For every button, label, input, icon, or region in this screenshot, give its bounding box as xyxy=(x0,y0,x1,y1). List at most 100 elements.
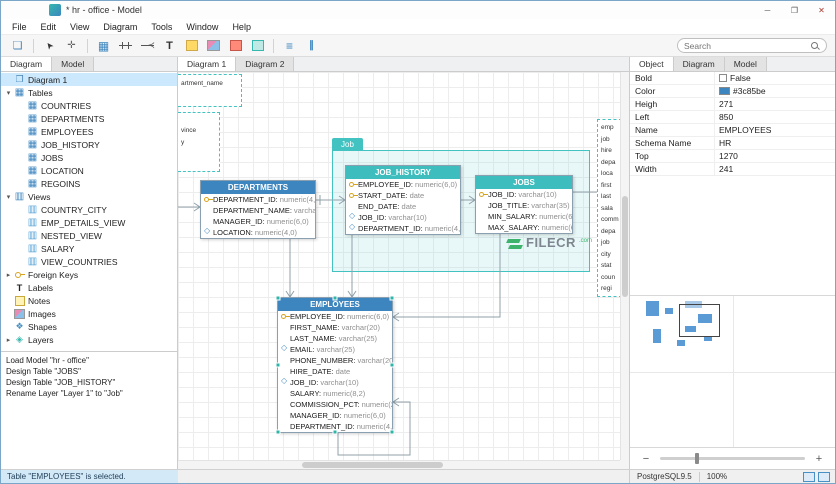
zoom-slider[interactable] xyxy=(660,453,805,464)
selection-handle[interactable] xyxy=(332,429,338,435)
align-objects-button[interactable] xyxy=(279,36,300,55)
new-table-button[interactable] xyxy=(93,36,114,55)
property-row-schema-name[interactable]: Schema Name HR xyxy=(630,137,835,150)
horizontal-scrollbar-thumb[interactable] xyxy=(301,462,444,468)
tree-item-images[interactable]: Images xyxy=(1,307,177,320)
search-box[interactable] xyxy=(677,38,827,53)
expand-arrow-icon[interactable]: ▸ xyxy=(4,271,13,279)
selection-handle[interactable] xyxy=(389,362,395,368)
tree-item-layers[interactable]: ▸ Layers xyxy=(1,333,177,346)
selection-handle[interactable] xyxy=(275,295,281,301)
tree-item-employees[interactable]: EMPLOYEES xyxy=(1,125,177,138)
expand-arrow-icon[interactable]: ▸ xyxy=(4,336,13,344)
menu-window[interactable]: Window xyxy=(179,22,225,32)
tree-item-regoins[interactable]: REGOINS xyxy=(1,177,177,190)
tree-item-nested-view[interactable]: NESTED_VIEW xyxy=(1,229,177,242)
vertical-scrollbar-thumb[interactable] xyxy=(622,196,628,298)
minimize-button[interactable]: ─ xyxy=(754,2,781,19)
panel-toggle-left-button[interactable] xyxy=(803,471,815,482)
diagram-tab-diagram-2[interactable]: Diagram 2 xyxy=(236,57,295,71)
zoom-out-button[interactable]: − xyxy=(640,453,652,465)
table-departments[interactable]: DEPARTMENTSDEPARTMENT_ID:numeric(4,0)DEP… xyxy=(200,180,316,239)
property-row-name[interactable]: Name EMPLOYEES xyxy=(630,124,835,137)
one-to-one-relation-button[interactable] xyxy=(115,36,136,55)
expand-arrow-icon[interactable]: ▾ xyxy=(4,193,13,201)
property-row-color[interactable]: Color #3c85be xyxy=(630,85,835,98)
property-value[interactable]: 850 xyxy=(714,111,835,123)
tree-item-diagram-1[interactable]: Diagram 1 xyxy=(1,73,177,86)
checkbox-icon[interactable] xyxy=(719,74,727,82)
right-tab-model[interactable]: Model xyxy=(724,57,767,71)
zoom-slider-thumb[interactable] xyxy=(694,453,699,464)
menu-help[interactable]: Help xyxy=(225,22,258,32)
property-value[interactable]: 1270 xyxy=(714,150,835,162)
property-value[interactable]: EMPLOYEES xyxy=(714,124,835,136)
tree-item-view-countries[interactable]: VIEW_COUNTRIES xyxy=(1,255,177,268)
selection-handle[interactable] xyxy=(389,295,395,301)
new-image-button[interactable] xyxy=(203,36,224,55)
property-value[interactable]: HR xyxy=(714,137,835,149)
property-row-width[interactable]: Width 241 xyxy=(630,163,835,176)
menu-edit[interactable]: Edit xyxy=(34,22,64,32)
tree-item-foreign-keys[interactable]: ▸ Foreign Keys xyxy=(1,268,177,281)
maximize-button[interactable]: ❐ xyxy=(781,2,808,19)
tree-item-job-history[interactable]: JOB_HISTORY xyxy=(1,138,177,151)
minimap-viewport[interactable] xyxy=(679,303,721,337)
panel-toggle-right-button[interactable] xyxy=(818,471,830,482)
close-button[interactable]: ✕ xyxy=(808,2,835,19)
tree-item-location[interactable]: LOCATION xyxy=(1,164,177,177)
horizontal-scrollbar[interactable] xyxy=(178,460,620,469)
selection-handle[interactable] xyxy=(275,362,281,368)
right-tab-diagram[interactable]: Diagram xyxy=(673,57,725,71)
tree-item-departments[interactable]: DEPARTMENTS xyxy=(1,112,177,125)
search-input[interactable] xyxy=(684,40,810,51)
tree-item-notes[interactable]: Notes xyxy=(1,294,177,307)
color-swatch[interactable] xyxy=(719,87,730,95)
tree-item-emp-details-view[interactable]: EMP_DETAILS_VIEW xyxy=(1,216,177,229)
table-employees[interactable]: EMPLOYEES EMPLOYEE_ID: numeric(6,0) FIRST_N… xyxy=(275,295,395,435)
table-job-history[interactable]: JOB_HISTORY EMPLOYEE_ID: numeric(6,0) START… xyxy=(345,165,461,235)
tree-item-jobs[interactable]: JOBS xyxy=(1,151,177,164)
new-layer-button[interactable] xyxy=(247,36,268,55)
pointer-button[interactable] xyxy=(39,36,60,55)
left-tab-diagram[interactable]: Diagram xyxy=(1,57,53,71)
zoom-in-button[interactable]: + xyxy=(813,453,825,465)
new-note-button[interactable] xyxy=(225,36,246,55)
tree-item-labels[interactable]: Labels xyxy=(1,281,177,294)
tree-item-tables[interactable]: ▾ Tables xyxy=(1,86,177,99)
new-label-button[interactable] xyxy=(181,36,202,55)
tree-item-country-city[interactable]: COUNTRY_CITY xyxy=(1,203,177,216)
partial-table-right[interactable]: emp job hire depa loca first last sala comm depa j… xyxy=(597,119,620,297)
partial-table-left-top[interactable]: artment_name xyxy=(178,74,242,107)
property-row-heigh[interactable]: Heigh 271 xyxy=(630,98,835,111)
tree-item-countries[interactable]: COUNTRIES xyxy=(1,99,177,112)
partial-table-left-bottom[interactable]: vince y xyxy=(178,112,220,172)
property-row-left[interactable]: Left 850 xyxy=(630,111,835,124)
one-to-many-relation-button[interactable] xyxy=(137,36,158,55)
diagram-minimap[interactable] xyxy=(630,295,835,447)
menu-diagram[interactable]: Diagram xyxy=(96,22,144,32)
tree-item-shapes[interactable]: Shapes xyxy=(1,320,177,333)
property-value[interactable]: 241 xyxy=(714,163,835,175)
distribute-objects-button[interactable] xyxy=(301,36,322,55)
tree-item-salary[interactable]: SALARY xyxy=(1,242,177,255)
property-value[interactable]: 271 xyxy=(714,98,835,110)
new-text-button[interactable] xyxy=(159,36,180,55)
menu-file[interactable]: File xyxy=(5,22,34,32)
selection-handle[interactable] xyxy=(275,429,281,435)
right-tab-object[interactable]: Object xyxy=(630,57,674,71)
diagram-tab-diagram-1[interactable]: Diagram 1 xyxy=(178,57,237,71)
property-row-bold[interactable]: Bold False xyxy=(630,72,835,85)
menu-view[interactable]: View xyxy=(63,22,96,32)
vertical-scrollbar[interactable] xyxy=(620,72,629,460)
property-row-top[interactable]: Top 1270 xyxy=(630,150,835,163)
diagram-canvas[interactable]: Job artment_name vince y emp job hire de… xyxy=(178,72,620,460)
menu-tools[interactable]: Tools xyxy=(144,22,179,32)
move-tool-button[interactable] xyxy=(61,36,82,55)
tree-item-views[interactable]: ▾ Views xyxy=(1,190,177,203)
property-value[interactable]: #3c85be xyxy=(714,85,835,97)
expand-arrow-icon[interactable]: ▾ xyxy=(4,89,13,97)
table-jobs[interactable]: JOBS JOB_ID: varchar(10) JOB_TITLE: varchar(… xyxy=(475,175,573,234)
new-model-button[interactable] xyxy=(7,36,28,55)
selection-handle[interactable] xyxy=(332,295,338,301)
